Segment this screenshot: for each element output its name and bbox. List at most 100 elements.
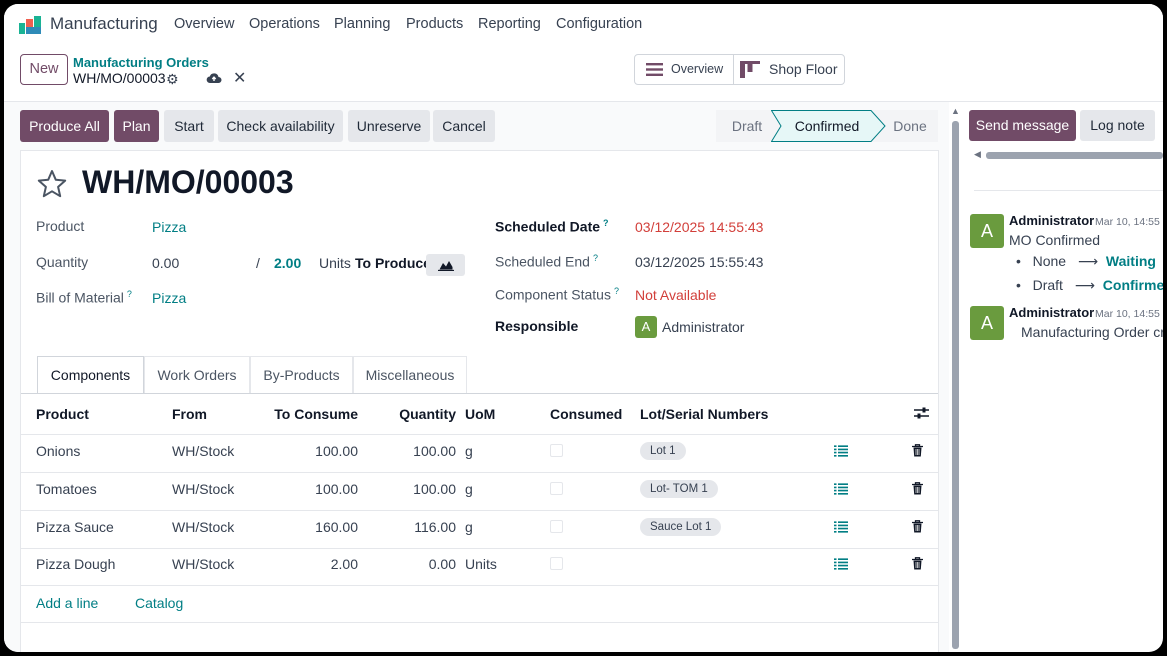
start-button[interactable]: Start <box>164 110 214 142</box>
detailed-operations-icon[interactable] <box>834 558 848 570</box>
add-line-link[interactable]: Add a line <box>36 595 98 611</box>
tab-by-products[interactable]: By-Products <box>250 356 353 393</box>
tracking-old: None <box>1032 253 1067 269</box>
optional-columns-icon[interactable] <box>914 406 929 420</box>
forecast-button[interactable] <box>426 254 465 276</box>
send-message-button[interactable]: Send message <box>969 110 1076 141</box>
cell-uom[interactable]: Units <box>465 556 497 572</box>
message-avatar[interactable]: A <box>970 214 1004 248</box>
form-scrollbar-thumb[interactable] <box>952 121 959 649</box>
menu-reporting[interactable]: Reporting <box>478 16 541 32</box>
menu-overview[interactable]: Overview <box>174 16 234 32</box>
cell-from[interactable]: WH/Stock <box>172 443 234 459</box>
produce-all-button[interactable]: Produce All <box>20 110 109 142</box>
scroll-left-icon[interactable]: ◀ <box>974 149 981 160</box>
menu-planning[interactable]: Planning <box>334 16 390 32</box>
lot-badge[interactable]: Lot 1 <box>640 442 686 460</box>
responsible-field[interactable]: Administrator <box>662 319 744 335</box>
cell-from[interactable]: WH/Stock <box>172 481 234 497</box>
cell-quantity[interactable]: 116.00 <box>356 519 456 535</box>
col-from[interactable]: From <box>172 406 207 422</box>
col-uom[interactable]: UoM <box>465 406 495 422</box>
unreserve-button[interactable]: Unreserve <box>348 110 430 142</box>
trash-icon[interactable] <box>912 557 923 570</box>
detailed-operations-icon[interactable] <box>834 445 848 457</box>
trash-icon[interactable] <box>912 520 923 533</box>
scheduled-end-help-icon[interactable]: ? <box>593 253 598 263</box>
lot-badge[interactable]: Sauce Lot 1 <box>640 518 722 536</box>
scroll-up-icon[interactable]: ▲ <box>951 106 960 116</box>
cell-to-consume[interactable]: 100.00 <box>258 443 358 459</box>
new-button[interactable]: New <box>20 54 68 85</box>
table-footer-line <box>21 622 938 623</box>
bom-field[interactable]: Pizza <box>152 290 186 306</box>
app-name[interactable]: Manufacturing <box>50 14 158 34</box>
scheduled-date-help-icon[interactable]: ? <box>603 218 609 228</box>
responsible-avatar: A <box>635 316 657 338</box>
col-lot-serial[interactable]: Lot/Serial Numbers <box>640 406 768 422</box>
cancel-button[interactable]: Cancel <box>433 110 495 142</box>
menu-operations[interactable]: Operations <box>249 16 320 32</box>
cell-product[interactable]: Pizza Dough <box>36 556 115 572</box>
cell-from[interactable]: WH/Stock <box>172 556 234 572</box>
bom-help-icon[interactable]: ? <box>127 289 132 299</box>
cloud-upload-icon[interactable] <box>206 71 222 85</box>
chatter-divider <box>974 190 1163 191</box>
col-quantity[interactable]: Quantity <box>376 406 456 422</box>
chatter-horizontal-scrollbar[interactable] <box>986 152 1163 159</box>
trash-icon[interactable] <box>912 482 923 495</box>
message-author[interactable]: Administrator <box>1009 213 1094 228</box>
cell-quantity[interactable]: 0.00 <box>356 556 456 572</box>
cell-uom[interactable]: g <box>465 481 473 497</box>
col-to-consume[interactable]: To Consume <box>258 406 358 422</box>
message-avatar[interactable]: A <box>970 306 1004 340</box>
cell-to-consume[interactable]: 160.00 <box>258 519 358 535</box>
detailed-operations-icon[interactable] <box>834 483 848 495</box>
tab-work-orders[interactable]: Work Orders <box>144 356 250 393</box>
cell-product[interactable]: Tomatoes <box>36 481 97 497</box>
component-status-help-icon[interactable]: ? <box>614 286 619 296</box>
quantity-total-field[interactable]: 2.00 <box>274 255 301 271</box>
cell-quantity[interactable]: 100.00 <box>356 443 456 459</box>
consumed-checkbox[interactable] <box>550 482 563 495</box>
gear-icon[interactable]: ⚙ <box>166 71 179 88</box>
stage-done[interactable]: Done <box>884 110 936 142</box>
stage-draft[interactable]: Draft <box>716 110 778 142</box>
cell-to-consume[interactable]: 100.00 <box>258 481 358 497</box>
discard-icon[interactable]: ✕ <box>233 68 246 88</box>
shop-floor-view-button[interactable]: Shop Floor <box>734 55 844 84</box>
quantity-produced-field[interactable]: 0.00 <box>152 255 179 271</box>
star-icon[interactable] <box>36 168 68 200</box>
detailed-operations-icon[interactable] <box>834 521 848 533</box>
cell-product[interactable]: Pizza Sauce <box>36 519 114 535</box>
scheduled-date-field[interactable]: 03/12/2025 14:55:43 <box>635 219 763 235</box>
tab-components[interactable]: Components <box>37 356 144 394</box>
menu-products[interactable]: Products <box>406 16 463 32</box>
cell-from[interactable]: WH/Stock <box>172 519 234 535</box>
message-author[interactable]: Administrator <box>1009 305 1094 320</box>
scheduled-end-field[interactable]: 03/12/2025 15:55:43 <box>635 254 763 270</box>
tab-miscellaneous[interactable]: Miscellaneous <box>353 356 467 393</box>
product-field[interactable]: Pizza <box>152 219 186 235</box>
check-availability-button[interactable]: Check availability <box>218 110 343 142</box>
menu-configuration[interactable]: Configuration <box>556 16 642 32</box>
col-consumed[interactable]: Consumed <box>550 406 622 422</box>
consumed-checkbox[interactable] <box>550 557 563 570</box>
consumed-checkbox[interactable] <box>550 444 563 457</box>
col-product[interactable]: Product <box>36 406 89 422</box>
cell-uom[interactable]: g <box>465 443 473 459</box>
overview-view-button[interactable]: Overview <box>635 55 734 84</box>
log-note-button[interactable]: Log note <box>1080 110 1155 141</box>
cell-quantity[interactable]: 100.00 <box>356 481 456 497</box>
lot-badge[interactable]: Lot- TOM 1 <box>640 480 718 498</box>
stage-confirmed[interactable]: Confirmed <box>782 110 872 142</box>
cell-uom[interactable]: g <box>465 519 473 535</box>
catalog-link[interactable]: Catalog <box>135 595 183 611</box>
plan-button[interactable]: Plan <box>114 110 159 142</box>
cell-to-consume[interactable]: 2.00 <box>258 556 358 572</box>
consumed-checkbox[interactable] <box>550 520 563 533</box>
cell-product[interactable]: Onions <box>36 443 80 459</box>
trash-icon[interactable] <box>912 444 923 457</box>
manufacturing-app-icon[interactable] <box>18 15 42 35</box>
breadcrumb-parent[interactable]: Manufacturing Orders <box>73 55 209 70</box>
